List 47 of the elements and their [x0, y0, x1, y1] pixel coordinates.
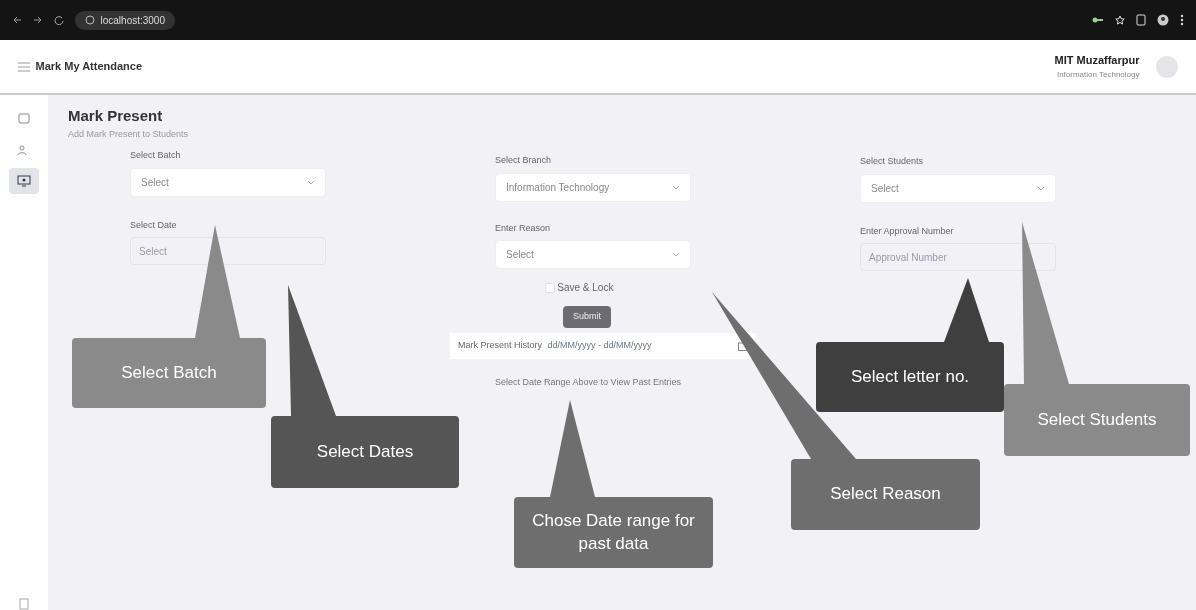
forward-icon[interactable] [33, 15, 43, 25]
callout-pointer [944, 278, 989, 342]
menu-icon[interactable] [1180, 14, 1184, 26]
chevron-down-icon [307, 179, 315, 185]
field-label: Select Batch [130, 149, 182, 162]
key-icon[interactable] [1092, 15, 1104, 25]
input-field[interactable]: Select [130, 237, 326, 265]
select-value: Select [141, 175, 169, 190]
select-value: Select [871, 181, 899, 196]
chevron-down-icon [672, 252, 680, 257]
select-field[interactable]: Select [860, 173, 1056, 203]
date-range-field[interactable]: Mark Present History dd/MM/yyyy - dd/MM/yyyy [450, 333, 755, 359]
page-subtitle: Add Mark Present to Students [68, 127, 190, 141]
field-label: Select Date [130, 218, 178, 232]
url-text: localhost:3000 [100, 13, 165, 28]
sidebar-item[interactable] [9, 168, 39, 194]
input-field[interactable]: Approval Number [860, 243, 1056, 271]
field-label: Enter Reason [495, 221, 552, 235]
field-label: Select Branch [495, 154, 553, 167]
callout-label: Select Students [1004, 384, 1190, 456]
app-title: Mark My Attendance [35, 59, 143, 75]
checkbox-label: Save & Lock [557, 281, 614, 295]
select-field[interactable]: Information Technology [495, 172, 691, 202]
reload-icon[interactable] [54, 15, 64, 25]
select-value: Information Technology [506, 180, 610, 195]
field-label: Select Students [860, 155, 925, 168]
star-icon[interactable] [1115, 15, 1125, 25]
profile-icon[interactable] [1157, 14, 1169, 26]
field-label: Enter Approval Number [860, 224, 955, 238]
history-label: Mark Present History [458, 339, 543, 353]
select-field[interactable]: Select [130, 167, 326, 197]
document-icon[interactable] [1136, 14, 1146, 26]
globe-icon [85, 15, 95, 25]
presentation-icon [17, 174, 31, 188]
back-icon[interactable] [12, 15, 22, 25]
callout-label: Select Reason [791, 459, 980, 530]
submit-button[interactable]: Submit [563, 306, 611, 328]
chevron-down-icon [672, 184, 680, 190]
address-bar[interactable]: localhost:3000 [75, 10, 175, 30]
select-field[interactable]: Select [495, 240, 691, 269]
organization-name: MIT Muzaffarpur [1054, 53, 1140, 69]
date-range-placeholder: dd/MM/yyyy - dd/MM/yyyy [547, 339, 653, 353]
chevron-down-icon [1037, 185, 1045, 191]
select-value: Select [506, 248, 534, 262]
organization-subtitle: Information Technology [1056, 68, 1140, 81]
page-title: Mark Present [68, 106, 164, 126]
save-lock-checkbox[interactable] [544, 282, 555, 293]
